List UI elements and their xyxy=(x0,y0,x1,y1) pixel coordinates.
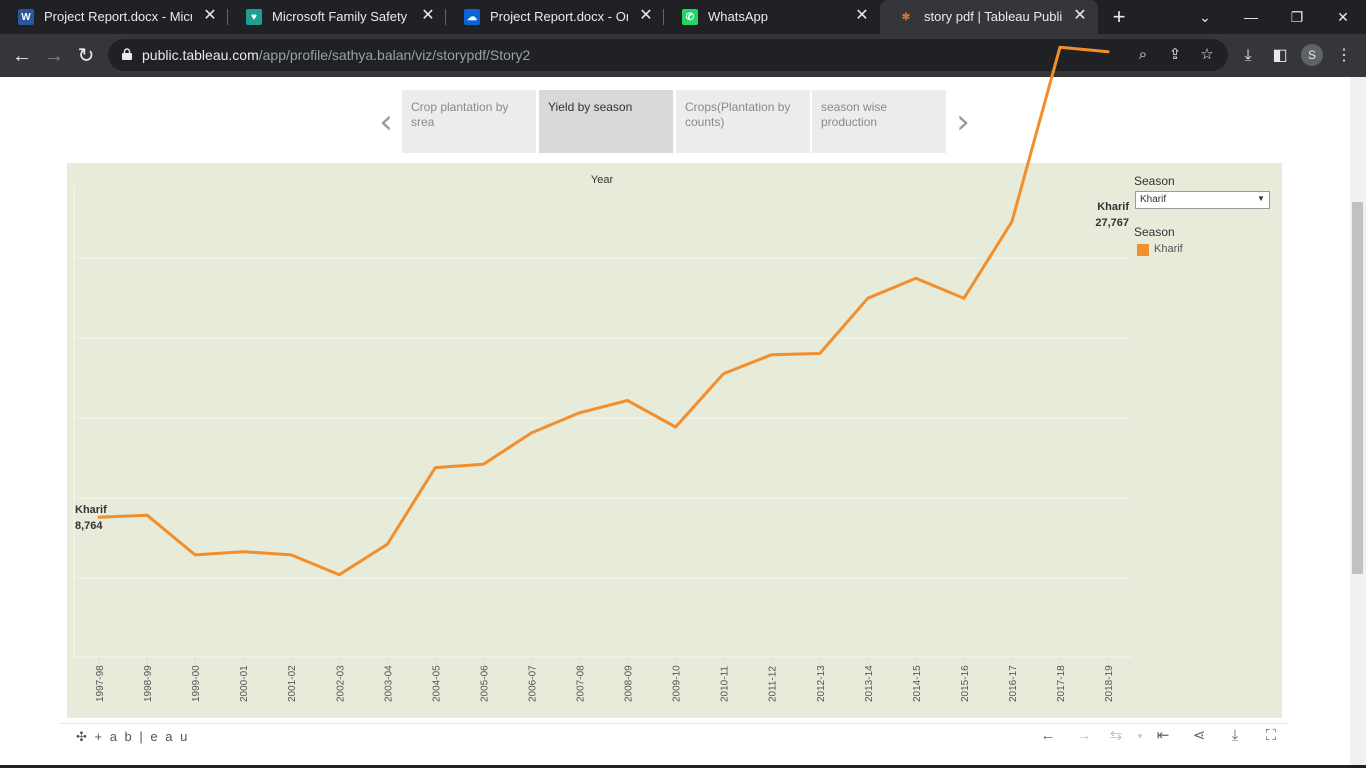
x-tick-label: 2002-03 xyxy=(335,665,346,702)
line-chart: Year 1997-98 1998-99 1999-00 2000-01 2001-02 2… xyxy=(73,45,1131,702)
legend-title: Season xyxy=(1134,225,1175,239)
legend-swatch-kharif[interactable] xyxy=(1137,244,1149,256)
x-tick-label: 2007-08 xyxy=(576,665,587,702)
x-tick-label: 2015-16 xyxy=(960,665,971,702)
x-tick-label: 2006-07 xyxy=(527,665,538,702)
x-tick-label: 2005-06 xyxy=(479,665,490,702)
x-tick-label: 2013-14 xyxy=(864,665,875,702)
redo-icon[interactable]: → xyxy=(1074,727,1094,745)
annotation-label: Kharif xyxy=(75,504,107,516)
x-tick-label: 1997-98 xyxy=(95,665,106,702)
fullscreen-icon[interactable]: ⛶ xyxy=(1261,727,1281,745)
legend-label-kharif[interactable]: Kharif xyxy=(1154,243,1183,255)
season-filter-dropdown[interactable]: Kharif xyxy=(1135,191,1270,209)
annotation-value: 27,767 xyxy=(1095,217,1129,229)
annotation-value: 8,764 xyxy=(75,520,103,532)
annotation-label: Kharif xyxy=(1097,201,1129,213)
series-line-kharif xyxy=(97,45,1110,577)
chart-title: Year xyxy=(591,174,614,186)
x-tick-label: 2017-18 xyxy=(1056,665,1067,702)
x-tick-label: 1999-00 xyxy=(191,665,202,702)
dropdown-caret-icon: ▼ xyxy=(1257,194,1265,203)
tableau-logo[interactable]: ✣ + a b | e a u xyxy=(76,729,189,745)
x-tick-label: 2010-11 xyxy=(720,666,731,702)
undo-icon[interactable]: ← xyxy=(1038,727,1058,745)
share-viz-icon[interactable]: ⋖ xyxy=(1189,727,1209,745)
x-tick-label: 2011-12 xyxy=(768,666,779,702)
x-tick-label: 2001-02 xyxy=(287,665,298,702)
revert-menu-icon[interactable]: ▾ xyxy=(1130,727,1150,745)
season-filter-title: Season xyxy=(1134,174,1175,188)
x-tick-label: 2000-01 xyxy=(239,665,250,702)
x-tick-label: 2018-19 xyxy=(1104,665,1115,702)
revert-icon[interactable]: ⇆ xyxy=(1106,727,1126,745)
download-viz-icon[interactable]: ⤓ xyxy=(1225,727,1245,745)
x-tick-label: 1998-99 xyxy=(143,665,154,702)
x-tick-label: 2012-13 xyxy=(816,665,827,702)
x-tick-label: 2016-17 xyxy=(1008,665,1019,702)
reset-view-icon[interactable]: ⇤ xyxy=(1153,727,1173,745)
x-tick-label: 2003-04 xyxy=(383,665,394,702)
x-tick-label: 2014-15 xyxy=(912,665,923,702)
x-tick-label: 2008-09 xyxy=(624,665,635,702)
tableau-toolbar xyxy=(60,723,1289,749)
tableau-logo-text: + a b | e a u xyxy=(94,729,190,744)
tableau-logo-icon: ✣ xyxy=(76,729,95,744)
x-tick-label: 2009-10 xyxy=(672,665,683,702)
x-tick-label: 2004-05 xyxy=(431,665,442,702)
